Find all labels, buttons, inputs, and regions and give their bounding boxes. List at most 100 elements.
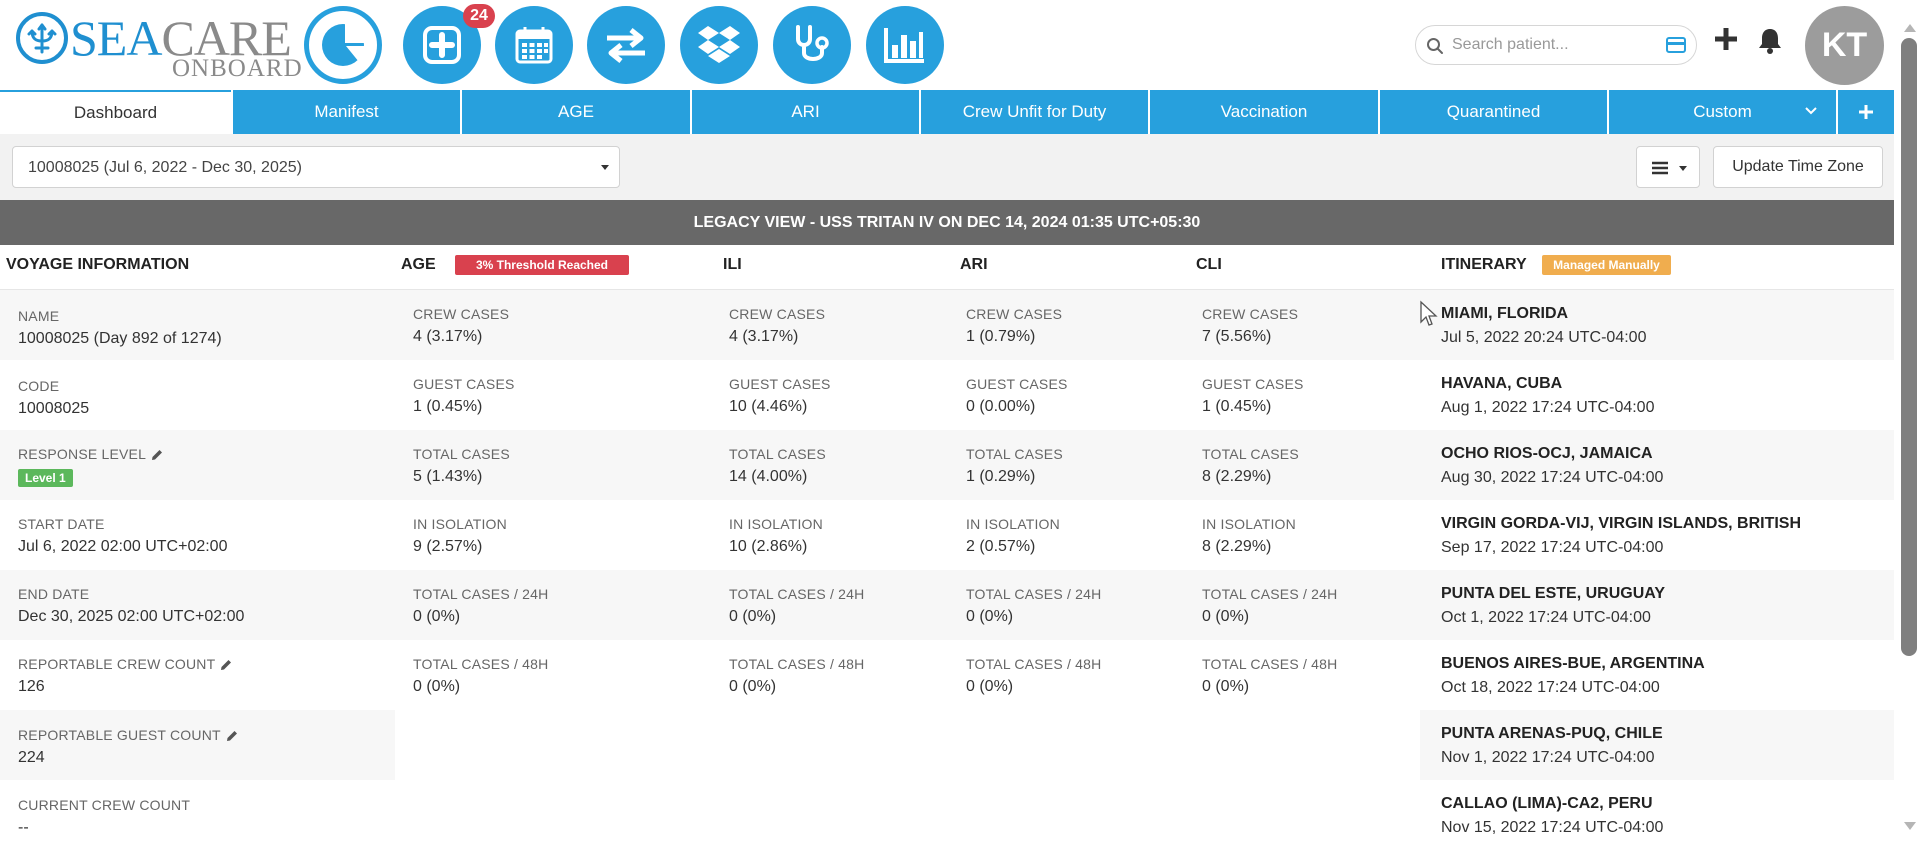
add-plus-icon[interactable] (1713, 26, 1739, 52)
tab-ari[interactable]: ARI (690, 90, 919, 134)
filter-toolbar: 10008025 (Jul 6, 2022 - Dec 30, 2025) Up… (0, 134, 1894, 200)
nav-dashboard-button[interactable] (304, 6, 382, 84)
response-level-badge: Level 1 (18, 469, 73, 487)
reportable-guest-count-label-text: REPORTABLE GUEST COUNT (18, 727, 221, 743)
age-metric-label: TOTAL CASES (413, 446, 510, 462)
ili-metric-value: 0 (0%) (729, 678, 777, 695)
itinerary-port: MIAMI, FLORIDA (1441, 305, 1569, 322)
nav-dropbox-button[interactable] (680, 6, 758, 84)
cli-metric-label: TOTAL CASES / 24H (1202, 586, 1338, 602)
chevron-down-icon (1805, 107, 1817, 115)
ari-metric-label: TOTAL CASES (966, 446, 1063, 462)
age-metric-value: 5 (1.43%) (413, 468, 483, 485)
ili-metric-label: IN ISOLATION (729, 516, 823, 532)
ili-metric-value: 10 (4.46%) (729, 398, 808, 415)
ili-metric-label: TOTAL CASES (729, 446, 826, 462)
nav-reports-button[interactable] (866, 6, 944, 84)
itinerary-date: Oct 18, 2022 17:24 UTC-04:00 (1441, 679, 1660, 696)
nav-transfer-button[interactable] (587, 6, 665, 84)
nav-medical-button[interactable]: 24 (403, 4, 495, 84)
user-avatar[interactable]: KT (1805, 6, 1884, 85)
dashboard-page: SEACARE ONBOARD 24 Search patient... KT … (0, 0, 1920, 847)
ari-heading: ARI (960, 256, 988, 273)
reportable-crew-count-label: REPORTABLE CREW COUNT (18, 656, 232, 672)
calendar-icon (515, 27, 553, 64)
voyage-name-value: 10008025 (Day 892 of 1274) (18, 330, 222, 347)
nav-calendar-button[interactable] (495, 6, 573, 84)
scrollbar-thumb[interactable] (1901, 38, 1917, 656)
start-date-label: START DATE (18, 516, 105, 532)
pencil-icon[interactable] (226, 730, 238, 742)
itinerary-port: PUNTA ARENAS-PUQ, CHILE (1441, 725, 1663, 742)
voyage-name-label: NAME (18, 308, 60, 324)
add-tab-button[interactable] (1836, 90, 1894, 134)
tab-custom[interactable]: Custom (1607, 90, 1836, 134)
voyage-information-heading: VOYAGE INFORMATION (6, 256, 190, 273)
itinerary-heading: ITINERARY (1441, 256, 1527, 273)
reportable-crew-count-label-text: REPORTABLE CREW COUNT (18, 656, 216, 672)
row-stripe (0, 570, 1894, 640)
end-date-value: Dec 30, 2025 02:00 UTC+02:00 (18, 608, 245, 625)
view-menu-button[interactable] (1636, 146, 1700, 188)
pencil-icon[interactable] (151, 449, 163, 461)
legacy-view-banner: LEGACY VIEW - USS TRITAN IV ON DEC 14, 2… (0, 200, 1894, 245)
itinerary-date: Nov 1, 2022 17:24 UTC-04:00 (1441, 749, 1655, 766)
age-metric-value: 9 (2.57%) (413, 538, 483, 555)
age-metric-value: 0 (0%) (413, 608, 461, 625)
age-metric-label: CREW CASES (413, 306, 510, 322)
itinerary-port: OCHO RIOS-OCJ, JAMAICA (1441, 445, 1653, 462)
tab-vaccination[interactable]: Vaccination (1148, 90, 1378, 134)
itinerary-date: Jul 5, 2022 20:24 UTC-04:00 (1441, 329, 1647, 346)
tab-dashboard[interactable]: Dashboard (0, 90, 231, 134)
search-patient-input[interactable] (1452, 32, 1652, 58)
pencil-icon[interactable] (220, 659, 232, 671)
response-level-label-text: RESPONSE LEVEL (18, 446, 147, 462)
main-tabs: Dashboard Manifest AGE ARI Crew Unfit fo… (0, 90, 1894, 134)
medical-plus-icon (423, 26, 461, 64)
tab-custom-label: Custom (1693, 102, 1752, 121)
ari-metric-label: IN ISOLATION (966, 516, 1060, 532)
current-crew-count-label: CURRENT CREW COUNT (18, 797, 191, 813)
header-divider (0, 289, 1894, 290)
ari-metric-label: CREW CASES (966, 306, 1063, 322)
bar-chart-icon (884, 28, 924, 63)
ari-metric-value: 1 (0.29%) (966, 468, 1036, 485)
ari-metric-value: 2 (0.57%) (966, 538, 1036, 555)
age-metric-label: GUEST CASES (413, 376, 515, 392)
row-stripe (0, 710, 395, 780)
age-metric-value: 4 (3.17%) (413, 328, 483, 345)
mouse-cursor-icon (1420, 300, 1438, 326)
tab-manifest[interactable]: Manifest (231, 90, 460, 134)
id-card-icon[interactable] (1666, 37, 1686, 53)
trident-icon (16, 12, 68, 64)
response-level-label: RESPONSE LEVEL (18, 446, 163, 462)
tab-crew-unfit[interactable]: Crew Unfit for Duty (919, 90, 1148, 134)
tab-quarantined[interactable]: Quarantined (1378, 90, 1607, 134)
ili-metric-value: 10 (2.86%) (729, 538, 808, 555)
cli-metric-value: 0 (0%) (1202, 608, 1250, 625)
ili-metric-label: TOTAL CASES / 48H (729, 656, 865, 672)
age-heading: AGE (401, 256, 436, 273)
scroll-down-arrow-icon[interactable] (1904, 822, 1916, 830)
scroll-up-arrow-icon[interactable] (1904, 24, 1916, 32)
end-date-label: END DATE (18, 586, 90, 602)
bell-icon[interactable] (1757, 27, 1783, 55)
cli-metric-label: TOTAL CASES / 48H (1202, 656, 1338, 672)
update-time-zone-button[interactable]: Update Time Zone (1713, 146, 1883, 188)
ili-metric-label: CREW CASES (729, 306, 826, 322)
reportable-crew-count-value: 126 (18, 678, 45, 695)
cli-metric-label: IN ISOLATION (1202, 516, 1296, 532)
itinerary-port: PUNTA DEL ESTE, URUGUAY (1441, 585, 1666, 602)
dropbox-icon (698, 26, 740, 63)
seacare-logo[interactable]: SEACARE ONBOARD (14, 8, 302, 82)
cli-metric-value: 8 (2.29%) (1202, 538, 1272, 555)
itinerary-port: BUENOS AIRES-BUE, ARGENTINA (1441, 655, 1705, 672)
plus-icon (1859, 105, 1873, 119)
tab-age[interactable]: AGE (460, 90, 690, 134)
cli-metric-label: TOTAL CASES (1202, 446, 1299, 462)
nav-stethoscope-button[interactable] (773, 6, 851, 84)
voyage-select[interactable]: 10008025 (Jul 6, 2022 - Dec 30, 2025) (12, 146, 620, 188)
search-box (1415, 25, 1697, 65)
ari-metric-value: 1 (0.79%) (966, 328, 1036, 345)
ili-metric-label: TOTAL CASES / 24H (729, 586, 865, 602)
